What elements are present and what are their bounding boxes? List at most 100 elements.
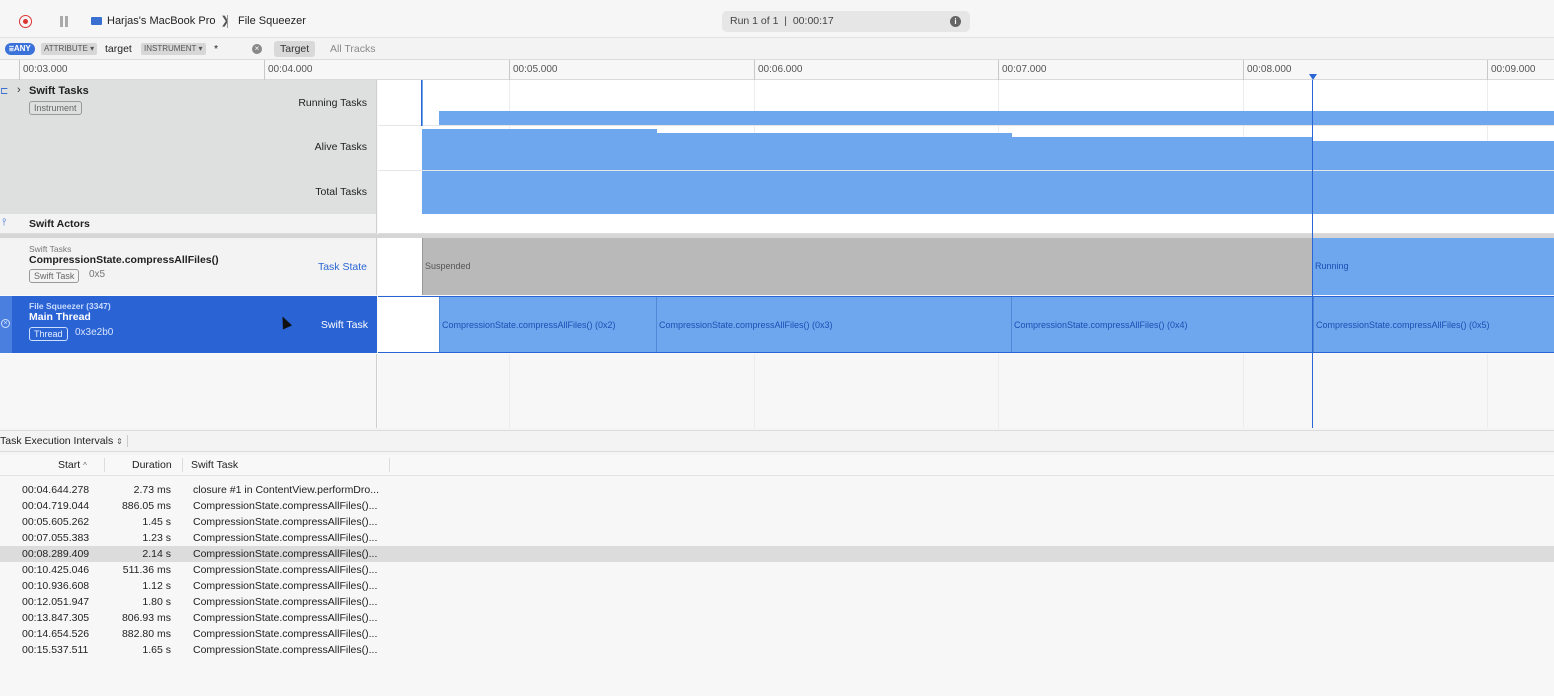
swift-task-segment[interactable]: CompressionState.compressAllFiles() (0x3…: [656, 297, 1012, 352]
detail-bar: Task Execution Intervals ⇕: [0, 430, 1554, 452]
mouse-cursor-icon: [277, 314, 293, 330]
table-row[interactable]: 00:04.719.044 886.05 ms CompressionState.c…: [0, 498, 1554, 514]
table-row[interactable]: 00:10.425.046 511.36 ms CompressionState.c…: [0, 562, 1554, 578]
thread-title: Main Thread: [29, 311, 91, 323]
main-thread-header[interactable]: × File Squeezer (3347) Main Thread Threa…: [0, 296, 377, 353]
info-icon[interactable]: i: [950, 16, 961, 27]
table-row[interactable]: 00:13.847.305 806.93 ms CompressionState.c…: [0, 610, 1554, 626]
state-running-segment[interactable]: Running: [1313, 238, 1554, 295]
instrument-badge: Instrument: [29, 101, 82, 115]
actor-icon: ⫯: [2, 217, 7, 228]
target-scope-button[interactable]: Target: [274, 41, 316, 57]
lane-label-task-state: Task State: [317, 261, 367, 273]
disclosure-chevron-icon[interactable]: ›: [17, 84, 21, 96]
time-ruler[interactable]: 00:03.000 00:04.000 00:05.000 00:06.000 …: [0, 60, 1554, 80]
updown-chevron-icon: ⇕: [116, 437, 123, 446]
alive-tasks-bar: [1012, 137, 1313, 170]
chevron-right-icon: ❯: [220, 15, 230, 27]
ruler-tick: 00:07.000: [998, 60, 1047, 80]
lane-label-swift-task: Swift Task: [320, 319, 368, 331]
alive-tasks-bar: [422, 129, 657, 170]
empty-graph-area: [378, 354, 1554, 428]
detail-view-selector[interactable]: Task Execution Intervals ⇕: [0, 435, 128, 447]
ruler-tick: 00:04.000: [264, 60, 313, 80]
record-button[interactable]: [19, 15, 32, 28]
record-icon: [23, 19, 28, 24]
lane-label-total-tasks: Total Tasks: [315, 186, 367, 198]
ruler-tick: 00:05.000: [509, 60, 558, 80]
lane-label-alive-tasks: Alive Tasks: [314, 141, 367, 153]
column-divider[interactable]: [104, 458, 105, 472]
swift-actors-title: Swift Actors: [29, 218, 90, 230]
task-id: 0x5: [89, 269, 106, 280]
all-tracks-button[interactable]: All Tracks: [330, 41, 376, 57]
column-divider[interactable]: [389, 458, 390, 472]
table-row[interactable]: 00:05.605.262 1.45 s CompressionState.comp…: [0, 514, 1554, 530]
swift-task-segment[interactable]: CompressionState.compressAllFiles() (0x2…: [439, 297, 657, 352]
table-row[interactable]: 00:07.055.383 1.23 s CompressionState.comp…: [0, 530, 1554, 546]
target-name[interactable]: File Squeezer: [238, 15, 306, 28]
swift-tasks-header[interactable]: ⊏ › Swift Tasks Instrument Running Tasks…: [0, 80, 377, 214]
swift-tasks-title: Swift Tasks: [29, 85, 89, 97]
swift-actors-header[interactable]: ⫯ Swift Actors: [0, 214, 377, 234]
run-info: Run 1 of 1 | 00:00:17: [730, 15, 834, 27]
task-state-graph[interactable]: Suspended Running: [378, 238, 1554, 295]
task-title: CompressionState.compressAllFiles(): [29, 254, 219, 266]
process-subtitle: File Squeezer (3347): [29, 301, 111, 311]
ruler-tick: 00:09.000: [1487, 60, 1536, 80]
chevron-down-icon: ▾: [198, 44, 203, 53]
lane-label-running-tasks: Running Tasks: [298, 97, 367, 109]
chevron-down-icon: ▾: [90, 44, 95, 53]
laptop-icon: [91, 17, 102, 25]
start-marker-line: [421, 80, 422, 126]
alive-tasks-bar: [1313, 141, 1554, 170]
task-state-header[interactable]: Swift Tasks CompressionState.compressAll…: [0, 238, 377, 295]
toolbar: Harjas's MacBook Pro ❯ File Squeezer Run…: [0, 0, 1554, 38]
close-track-icon[interactable]: ×: [1, 319, 10, 328]
attribute-value[interactable]: target: [105, 42, 132, 56]
swift-actors-graph[interactable]: [378, 214, 1554, 234]
swift-task-badge: Swift Task: [29, 269, 80, 283]
table-header: Start ^ Duration Swift Task: [0, 455, 1554, 476]
attribute-token[interactable]: ATTRIBUTE ▾: [41, 43, 98, 55]
table-row[interactable]: 00:14.654.526 882.80 ms CompressionState.c…: [0, 626, 1554, 642]
table-row[interactable]: 00:12.051.947 1.80 s CompressionState.comp…: [0, 594, 1554, 610]
thread-id: 0x3e2b0: [75, 327, 114, 338]
table-row[interactable]: 00:10.936.608 1.12 s CompressionState.comp…: [0, 578, 1554, 594]
filter-bar: ⩸ANY ATTRIBUTE ▾ target INSTRUMENT ▾ * ×…: [0, 38, 1554, 60]
device-name: Harjas's MacBook Pro: [107, 15, 216, 27]
swift-task-segment[interactable]: CompressionState.compressAllFiles() (0x5…: [1313, 297, 1554, 352]
table-row[interactable]: 00:15.537.511 1.65 s CompressionState.comp…: [0, 642, 1554, 658]
column-divider[interactable]: [182, 458, 183, 472]
target-divider: [227, 15, 228, 28]
swift-task-segment[interactable]: CompressionState.compressAllFiles() (0x4…: [1011, 297, 1313, 352]
running-tasks-bar: [439, 111, 1554, 125]
column-header-duration[interactable]: Duration: [132, 459, 172, 471]
instrument-token[interactable]: INSTRUMENT ▾: [141, 43, 206, 55]
table-row[interactable]: 00:04.644.278 2.73 ms closure #1 in Conten…: [0, 482, 1554, 498]
swift-task-graph[interactable]: CompressionState.compressAllFiles() (0x2…: [378, 296, 1554, 353]
table-body: 00:04.644.278 2.73 ms closure #1 in Conten…: [0, 476, 1554, 696]
swift-tasks-graph[interactable]: [378, 80, 1554, 214]
state-suspended-segment[interactable]: Suspended: [422, 238, 1313, 295]
total-tasks-bar: [422, 171, 1554, 214]
instrument-value[interactable]: *: [214, 42, 218, 56]
instrument-icon: ⊏: [0, 86, 9, 97]
tracks-area: ⊏ › Swift Tasks Instrument Running Tasks…: [0, 80, 1554, 428]
device-selector[interactable]: Harjas's MacBook Pro ❯: [107, 15, 232, 28]
run-status[interactable]: Run 1 of 1 | 00:00:17 i: [722, 11, 970, 32]
table-row-selected[interactable]: 00:08.289.409 2.14 s CompressionState.comp…: [0, 546, 1554, 562]
pause-button[interactable]: [60, 16, 68, 27]
column-header-task[interactable]: Swift Task: [191, 459, 238, 471]
ruler-tick: 00:08.000: [1243, 60, 1292, 80]
thread-badge: Thread: [29, 327, 68, 341]
any-filter-token[interactable]: ⩸ANY: [5, 43, 35, 55]
alive-tasks-bar: [657, 133, 1012, 170]
playhead-line[interactable]: [1312, 80, 1313, 428]
ruler-tick: 00:06.000: [754, 60, 803, 80]
clear-filter-icon[interactable]: ×: [252, 44, 262, 54]
task-subtitle: Swift Tasks: [29, 244, 72, 254]
column-header-start[interactable]: Start ^: [58, 459, 87, 471]
sort-ascending-icon: ^: [83, 461, 87, 470]
empty-track-area: [0, 354, 377, 428]
